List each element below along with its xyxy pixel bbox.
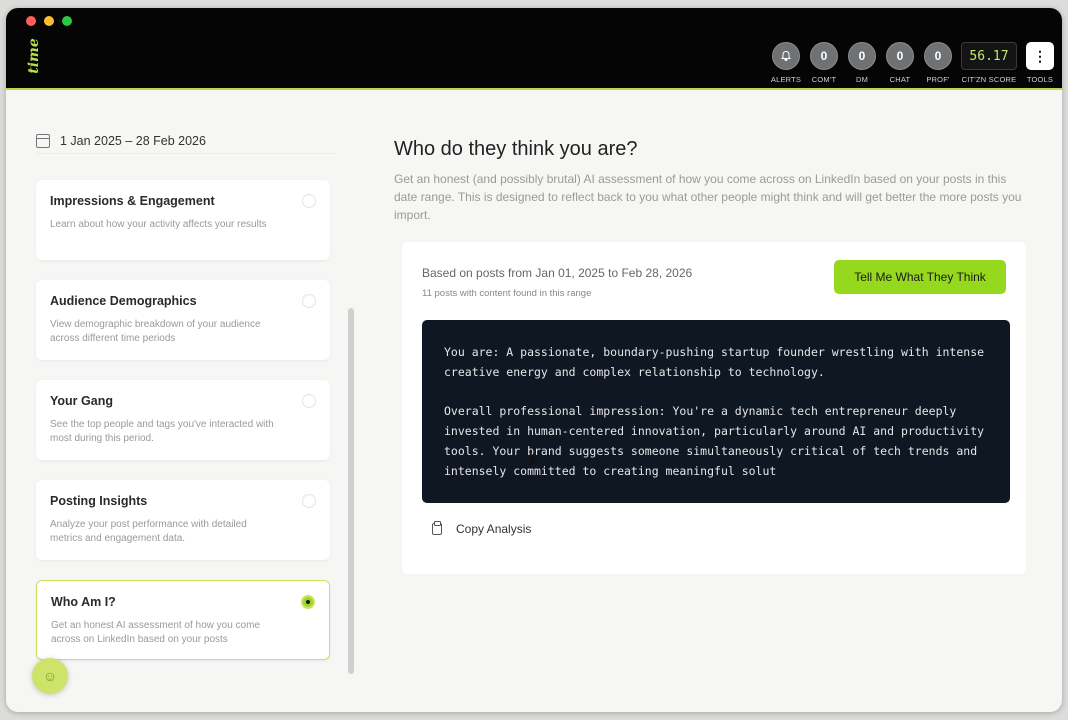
radio-indicator-selected[interactable] xyxy=(301,595,315,609)
profile-counter[interactable]: 0 PROF' xyxy=(922,42,954,84)
minimize-window-button[interactable] xyxy=(44,16,54,26)
assessment-panel: Based on posts from Jan 01, 2025 to Feb … xyxy=(402,242,1026,574)
sidebar-item-title: Posting Insights xyxy=(50,494,148,508)
dm-counter[interactable]: 0 DM xyxy=(846,42,878,84)
chat-label: CHAT xyxy=(889,75,911,84)
alerts-button[interactable]: ALERTS xyxy=(770,42,802,84)
assistant-button[interactable]: ☺ xyxy=(32,658,68,694)
analysis-paragraph: Overall professional impression: You're … xyxy=(444,404,985,478)
page-title: Who do they think you are? xyxy=(394,138,638,160)
sidebar-item-impressions[interactable]: Impressions & Engagement Learn about how… xyxy=(36,180,330,260)
page-description: Get an honest (and possibly brutal) AI a… xyxy=(394,172,1022,222)
comments-count: 0 xyxy=(810,42,838,70)
sidebar: 1 Jan 2025 – 28 Feb 2026 Impressions & E… xyxy=(6,92,366,712)
sidebar-item-title: Impressions & Engagement xyxy=(50,194,215,208)
citizen-score-label: CIT'ZN SCORE xyxy=(961,75,1017,84)
comments-label: COM'T xyxy=(811,75,837,84)
sidebar-item-desc: View demographic breakdown of your audie… xyxy=(50,319,261,344)
top-bar: time ALERTS 0 COM'T 0 DM 0 CHAT 0 PROF' … xyxy=(6,8,1062,90)
date-range-picker[interactable]: 1 Jan 2025 – 28 Feb 2026 xyxy=(36,128,336,154)
chat-count: 0 xyxy=(886,42,914,70)
sidebar-item-desc: See the top people and tags you've inter… xyxy=(50,419,274,444)
maximize-window-button[interactable] xyxy=(62,16,72,26)
citizen-score-value: 56.17 xyxy=(961,42,1017,70)
comments-counter[interactable]: 0 COM'T xyxy=(808,42,840,84)
sidebar-item-audience[interactable]: Audience Demographics View demographic b… xyxy=(36,280,330,360)
copy-analysis-button[interactable]: Copy Analysis xyxy=(432,521,532,536)
dm-label: DM xyxy=(855,75,869,84)
tell-me-button[interactable]: Tell Me What They Think xyxy=(834,260,1006,294)
sidebar-item-who-am-i[interactable]: Who Am I? Get an honest AI assessment of… xyxy=(36,580,330,660)
sidebar-scrollbar[interactable] xyxy=(348,308,354,674)
bell-icon xyxy=(772,42,800,70)
radio-indicator[interactable] xyxy=(302,294,316,308)
chat-counter[interactable]: 0 CHAT xyxy=(884,42,916,84)
analysis-output[interactable]: You are: A passionate, boundary-pushing … xyxy=(422,320,1010,503)
profile-label: PROF' xyxy=(926,75,950,84)
tools-button[interactable]: ⋮ TOOLS xyxy=(1024,42,1056,84)
date-range-label: 1 Jan 2025 – 28 Feb 2026 xyxy=(60,133,206,148)
radio-indicator[interactable] xyxy=(302,394,316,408)
app-logo: time xyxy=(25,38,42,74)
citizen-score[interactable]: 56.17 CIT'ZN SCORE xyxy=(960,42,1018,84)
metrics-bar: ALERTS 0 COM'T 0 DM 0 CHAT 0 PROF' 56.17… xyxy=(770,42,1056,84)
sidebar-item-title: Audience Demographics xyxy=(50,294,197,308)
clipboard-icon xyxy=(432,521,442,535)
sidebar-item-gang[interactable]: Your Gang See the top people and tags yo… xyxy=(36,380,330,460)
sidebar-item-desc: Analyze your post performance with detai… xyxy=(50,519,247,544)
radio-indicator[interactable] xyxy=(302,194,316,208)
profile-count: 0 xyxy=(924,42,952,70)
analysis-paragraph: You are: A passionate, boundary-pushing … xyxy=(444,345,985,379)
posts-count: 11 posts with content found in this rang… xyxy=(422,288,592,299)
sidebar-item-title: Your Gang xyxy=(50,394,113,408)
radio-indicator[interactable] xyxy=(302,494,316,508)
chat-bubble-icon: ☺ xyxy=(42,668,58,684)
sidebar-item-posting-insights[interactable]: Posting Insights Analyze your post perfo… xyxy=(36,480,330,560)
date-range-summary: Based on posts from Jan 01, 2025 to Feb … xyxy=(422,266,693,280)
sidebar-item-title: Who Am I? xyxy=(51,595,116,609)
sidebar-item-desc: Learn about how your activity affects yo… xyxy=(50,219,267,230)
tools-label: TOOLS xyxy=(1026,75,1054,84)
copy-analysis-label: Copy Analysis xyxy=(456,522,532,536)
alerts-label: ALERTS xyxy=(770,75,802,84)
more-vertical-icon: ⋮ xyxy=(1026,42,1054,70)
app-window: time ALERTS 0 COM'T 0 DM 0 CHAT 0 PROF' … xyxy=(6,8,1062,712)
calendar-icon xyxy=(36,133,50,148)
dm-count: 0 xyxy=(848,42,876,70)
close-window-button[interactable] xyxy=(26,16,36,26)
window-controls xyxy=(26,16,72,26)
sidebar-item-desc: Get an honest AI assessment of how you c… xyxy=(51,620,261,645)
